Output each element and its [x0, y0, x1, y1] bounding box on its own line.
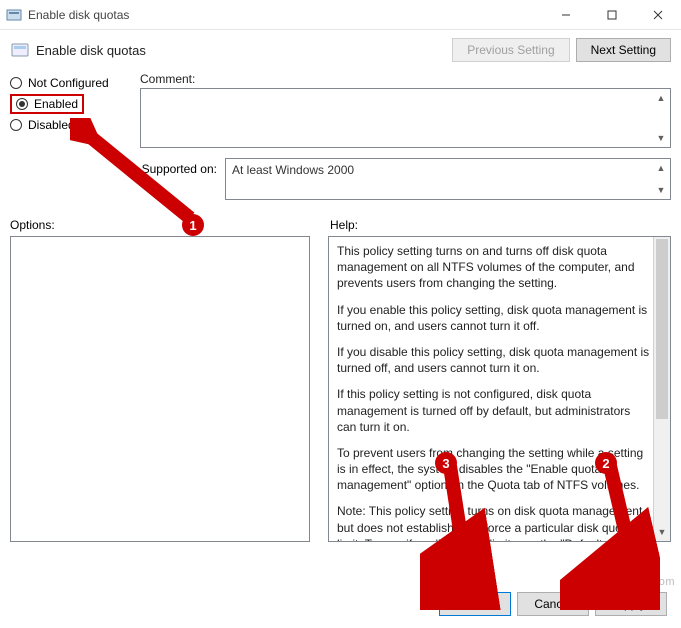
radio-label: Disabled	[28, 118, 75, 132]
help-paragraph: If you enable this policy setting, disk …	[337, 302, 650, 334]
dialog-buttons: OK Cancel Apply	[439, 592, 667, 616]
supported-value: At least Windows 2000	[232, 163, 354, 177]
chevron-down-icon[interactable]: ▼	[654, 131, 668, 145]
previous-setting-button: Previous Setting	[452, 38, 569, 62]
title-bar: Enable disk quotas	[0, 0, 681, 30]
chevron-down-icon[interactable]: ▼	[654, 524, 670, 541]
chevron-down-icon[interactable]: ▼	[654, 183, 668, 197]
supported-label: Supported on:	[10, 158, 225, 200]
help-paragraph: This policy setting turns on and turns o…	[337, 243, 650, 292]
scrollbar[interactable]: ▲ ▼	[653, 237, 670, 541]
policy-title: Enable disk quotas	[36, 43, 452, 58]
comment-label: Comment:	[140, 72, 671, 86]
window-title: Enable disk quotas	[28, 8, 543, 22]
comment-field[interactable]: ▲ ▼	[140, 88, 671, 148]
options-panel	[10, 236, 310, 542]
policy-icon	[10, 40, 30, 60]
next-setting-button[interactable]: Next Setting	[576, 38, 671, 62]
help-label: Help:	[330, 218, 671, 232]
maximize-button[interactable]	[589, 0, 635, 30]
radio-enabled[interactable]: Enabled	[10, 94, 130, 114]
radio-label: Not Configured	[28, 76, 109, 90]
chevron-up-icon[interactable]: ▲	[654, 91, 668, 105]
close-button[interactable]	[635, 0, 681, 30]
policy-header: Enable disk quotas Previous Setting Next…	[0, 30, 681, 68]
watermark: wsxdn.com	[615, 576, 675, 588]
ok-button[interactable]: OK	[439, 592, 511, 616]
help-paragraph: If you disable this policy setting, disk…	[337, 344, 650, 376]
supported-field: At least Windows 2000 ▲ ▼	[225, 158, 671, 200]
state-radio-group: Not Configured Enabled Disabled	[10, 72, 130, 148]
help-paragraph: Note: This policy setting turns on disk …	[337, 503, 650, 542]
radio-not-configured[interactable]: Not Configured	[10, 76, 130, 90]
radio-label: Enabled	[34, 97, 78, 111]
cancel-button[interactable]: Cancel	[517, 592, 589, 616]
minimize-button[interactable]	[543, 0, 589, 30]
chevron-up-icon[interactable]: ▲	[654, 161, 668, 175]
radio-dot-icon	[16, 98, 28, 110]
help-paragraph: If this policy setting is not configured…	[337, 386, 650, 435]
radio-dot-icon	[10, 119, 22, 131]
apply-button[interactable]: Apply	[595, 592, 667, 616]
app-icon	[6, 7, 22, 23]
help-panel: This policy setting turns on and turns o…	[328, 236, 671, 542]
radio-dot-icon	[10, 77, 22, 89]
options-label: Options:	[10, 218, 330, 232]
scrollbar-thumb[interactable]	[656, 239, 668, 419]
help-paragraph: To prevent users from changing the setti…	[337, 445, 650, 494]
radio-disabled[interactable]: Disabled	[10, 118, 130, 132]
